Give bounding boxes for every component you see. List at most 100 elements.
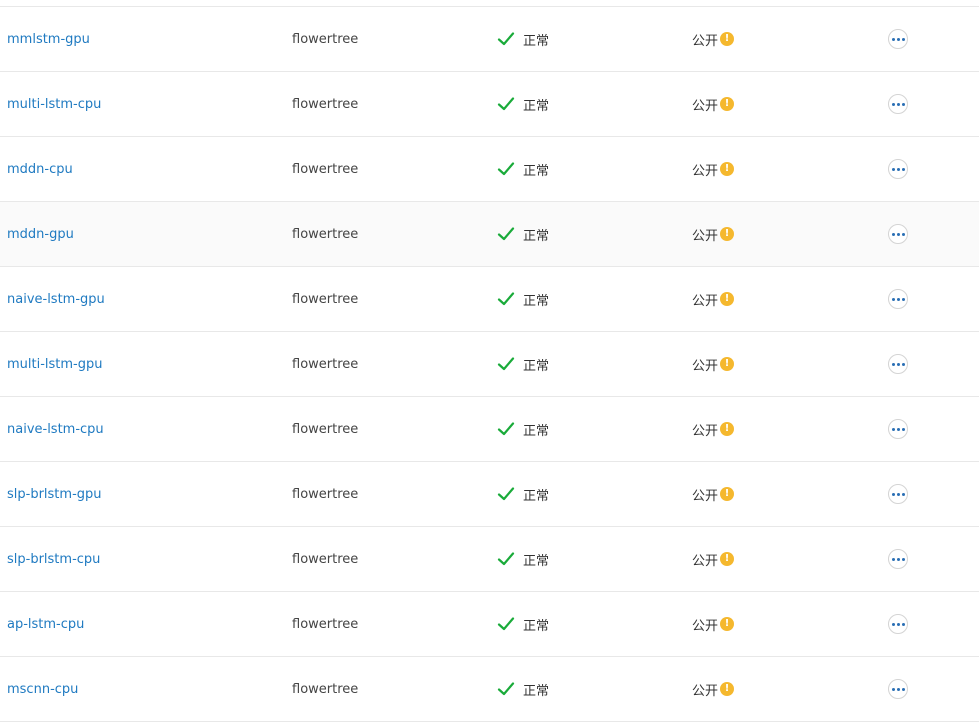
check-icon xyxy=(497,162,515,176)
more-icon-dot xyxy=(891,622,895,626)
project-table: mmlstm-gpu flowertree 正常 公开 ! multi-lstm… xyxy=(0,6,979,722)
status-text: 正常 xyxy=(523,423,550,439)
owner-cell: flowertree xyxy=(292,592,358,656)
status-cell: 正常 xyxy=(497,527,549,591)
more-actions-button[interactable] xyxy=(888,614,908,634)
table-row: multi-lstm-cpu flowertree 正常 公开 ! xyxy=(0,72,979,137)
more-icon-dot xyxy=(896,37,900,41)
project-name-link[interactable]: mddn-gpu xyxy=(7,227,74,242)
more-icon-dot xyxy=(896,492,900,496)
warning-icon[interactable]: ! xyxy=(720,32,735,46)
more-actions-button[interactable] xyxy=(888,419,908,439)
visibility-text: 公开 xyxy=(692,358,719,374)
visibility-cell: 公开 ! xyxy=(692,527,735,591)
action-cell xyxy=(888,592,908,656)
more-actions-button[interactable] xyxy=(888,94,908,114)
project-name-link[interactable]: multi-lstm-gpu xyxy=(7,357,103,372)
owner-cell: flowertree xyxy=(292,72,358,136)
project-name-link[interactable]: ap-lstm-cpu xyxy=(7,617,84,632)
more-icon-dot xyxy=(896,102,900,106)
project-name-link[interactable]: naive-lstm-cpu xyxy=(7,422,104,437)
warning-icon[interactable]: ! xyxy=(720,357,735,371)
warning-icon[interactable]: ! xyxy=(720,422,735,436)
name-cell: ap-lstm-cpu xyxy=(7,592,84,656)
name-cell: multi-lstm-cpu xyxy=(7,72,101,136)
name-cell: naive-lstm-gpu xyxy=(7,267,105,331)
more-actions-button[interactable] xyxy=(888,354,908,374)
name-cell: multi-lstm-gpu xyxy=(7,332,103,396)
status-text: 正常 xyxy=(523,553,550,569)
owner-text: flowertree xyxy=(292,421,359,437)
more-icon-dot xyxy=(901,427,905,431)
status-text: 正常 xyxy=(523,33,550,49)
more-icon-dot xyxy=(901,687,905,691)
project-name-link[interactable]: slp-brlstm-gpu xyxy=(7,487,102,502)
more-actions-button[interactable] xyxy=(888,549,908,569)
more-actions-button[interactable] xyxy=(888,224,908,244)
more-actions-button[interactable] xyxy=(888,679,908,699)
check-icon xyxy=(497,97,515,111)
owner-cell: flowertree xyxy=(292,137,358,201)
table-row: slp-brlstm-cpu flowertree 正常 公开 ! xyxy=(0,527,979,592)
table-row: ap-lstm-cpu flowertree 正常 公开 ! xyxy=(0,592,979,657)
status-text: 正常 xyxy=(523,228,550,244)
check-icon xyxy=(497,682,515,696)
visibility-text: 公开 xyxy=(692,553,719,569)
status-text: 正常 xyxy=(523,358,550,374)
owner-text: flowertree xyxy=(292,291,359,307)
status-text: 正常 xyxy=(523,488,550,504)
owner-cell: flowertree xyxy=(292,7,358,71)
table-row: mddn-gpu flowertree 正常 公开 ! xyxy=(0,202,979,267)
visibility-text: 公开 xyxy=(692,423,719,439)
status-cell: 正常 xyxy=(497,462,549,526)
more-actions-button[interactable] xyxy=(888,484,908,504)
more-icon-dot xyxy=(901,492,905,496)
more-actions-button[interactable] xyxy=(888,159,908,179)
warning-icon[interactable]: ! xyxy=(720,97,735,111)
action-cell xyxy=(888,332,908,396)
more-actions-button[interactable] xyxy=(888,29,908,49)
project-name-link[interactable]: naive-lstm-gpu xyxy=(7,292,105,307)
name-cell: mddn-gpu xyxy=(7,202,74,266)
status-cell: 正常 xyxy=(497,72,549,136)
action-cell xyxy=(888,137,908,201)
more-icon-dot xyxy=(896,167,900,171)
more-actions-button[interactable] xyxy=(888,289,908,309)
visibility-cell: 公开 ! xyxy=(692,462,735,526)
visibility-cell: 公开 ! xyxy=(692,592,735,656)
project-name-link[interactable]: multi-lstm-cpu xyxy=(7,97,101,112)
warning-icon[interactable]: ! xyxy=(720,227,735,241)
project-name-link[interactable]: slp-brlstm-cpu xyxy=(7,552,100,567)
owner-cell: flowertree xyxy=(292,397,358,461)
more-icon-dot xyxy=(891,297,895,301)
table-row: naive-lstm-cpu flowertree 正常 公开 ! xyxy=(0,397,979,462)
visibility-cell: 公开 ! xyxy=(692,72,735,136)
name-cell: slp-brlstm-cpu xyxy=(7,527,100,591)
warning-icon[interactable]: ! xyxy=(720,617,735,631)
project-name-link[interactable]: mddn-cpu xyxy=(7,162,73,177)
project-name-link[interactable]: mscnn-cpu xyxy=(7,682,78,697)
visibility-text: 公开 xyxy=(692,228,719,244)
status-cell: 正常 xyxy=(497,397,549,461)
warning-icon[interactable]: ! xyxy=(720,292,735,306)
owner-text: flowertree xyxy=(292,96,359,112)
owner-text: flowertree xyxy=(292,226,359,242)
warning-icon[interactable]: ! xyxy=(720,682,735,696)
visibility-text: 公开 xyxy=(692,98,719,114)
status-text: 正常 xyxy=(523,618,550,634)
more-icon-dot xyxy=(896,362,900,366)
owner-text: flowertree xyxy=(292,681,359,697)
warning-icon[interactable]: ! xyxy=(720,487,735,501)
table-row: naive-lstm-gpu flowertree 正常 公开 ! xyxy=(0,267,979,332)
check-icon xyxy=(497,487,515,501)
visibility-cell: 公开 ! xyxy=(692,137,735,201)
status-text: 正常 xyxy=(523,98,550,114)
table-row: mmlstm-gpu flowertree 正常 公开 ! xyxy=(0,7,979,72)
name-cell: mddn-cpu xyxy=(7,137,73,201)
warning-icon[interactable]: ! xyxy=(720,552,735,566)
more-icon-dot xyxy=(896,687,900,691)
check-icon xyxy=(497,227,515,241)
warning-icon[interactable]: ! xyxy=(720,162,735,176)
project-name-link[interactable]: mmlstm-gpu xyxy=(7,32,90,47)
status-cell: 正常 xyxy=(497,267,549,331)
